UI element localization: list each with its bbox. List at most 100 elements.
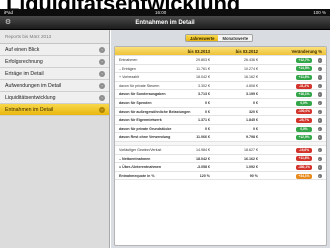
change-badge: +12,7% [296, 57, 312, 63]
row-label: = Über-/Unterentnahmen [119, 165, 162, 170]
value-current: 0 € [205, 126, 210, 131]
sidebar-item[interactable]: Liquiditätsentwicklung › [0, 92, 109, 104]
value-previous: 90 % [249, 173, 258, 178]
chevron-right-icon: › [317, 165, 322, 170]
table-row[interactable]: Entnahmequote in % 120 % 90 % +34,1% › [115, 172, 326, 181]
battery-label: 100 % [313, 10, 326, 15]
chevron-right-icon: › [317, 173, 322, 179]
sidebar-item[interactable]: Entnahmen im Detail › [0, 104, 109, 116]
sidebar-item-label: Auf einen Blick [5, 47, 40, 53]
sidebar-item-label: Liquiditätsentwicklung [5, 95, 56, 101]
sidebar-item[interactable]: Aufwendungen im Detail › [0, 80, 109, 92]
value-previous: 26.436 € [244, 58, 258, 62]
value-previous: 18.627 € [244, 147, 258, 152]
sidebar: Reports bis März 2013 Auf einen Blick › Er… [0, 30, 110, 248]
chevron-right-icon: › [317, 126, 322, 132]
chevron-right-icon: › [317, 100, 322, 106]
chevron-right-icon: › [317, 92, 322, 97]
sidebar-header: Reports bis März 2013 [0, 30, 109, 44]
change-badge: +16,1% [296, 92, 312, 98]
value-previous: 3.199 € [246, 92, 258, 97]
value-current: 14.984 € [196, 147, 210, 152]
segment-option[interactable]: Monatswerte [218, 35, 253, 41]
row-label: Vorläufiger Gewinn/Verlust [119, 147, 162, 152]
sidebar-item[interactable]: Auf einen Blick › [0, 44, 109, 56]
chevron-right-icon: › [317, 147, 322, 153]
value-current: 1.371 € [198, 118, 210, 123]
chevron-right-icon: › [317, 83, 322, 89]
table-row[interactable]: Vorläufiger Gewinn/Verlust 14.984 € 18.627… [115, 146, 326, 155]
change-badge: +12,9% [296, 135, 312, 141]
change-badge: 0,0% [296, 126, 312, 132]
change-badge: +14,5% [296, 66, 312, 72]
value-current: 3.713 € [198, 92, 210, 97]
status-bar: iPad 16:00 100 % [0, 9, 330, 16]
segment-option[interactable]: Jahreswerte [186, 35, 219, 41]
table-row[interactable]: davon für private Steuern 3.302 € 4.808 € -… [115, 82, 326, 91]
chevron-right-icon: › [99, 71, 105, 77]
row-label: davon für Eigenmietwerk [119, 118, 162, 123]
row-label: – Erträgen [119, 66, 136, 71]
period-segmented-control: Jahreswerte Monatswerte [185, 34, 254, 42]
row-label: davon für private Steuern [119, 83, 160, 88]
sidebar-item-label: Entnahmen im Detail [5, 107, 54, 113]
value-current: 29.803 € [196, 58, 210, 62]
table-row[interactable]: davon für Sonderausgaben 3.713 € 3.199 € +1… [115, 90, 326, 99]
change-badge: 0,0% [296, 100, 312, 106]
value-previous: 0 € [253, 100, 258, 105]
value-current: 0 € [205, 100, 210, 105]
sidebar-item-label: Erträge im Detail [5, 71, 44, 77]
chevron-right-icon: › [317, 135, 322, 140]
value-previous: 0 € [253, 126, 258, 131]
table-row[interactable]: davon für außergewöhnliche Belastungen 0 … [115, 108, 326, 117]
table-row[interactable]: – Erträgen 11.761 € 10.274 € +14,5% › [115, 65, 326, 74]
row-label: Entnahmequote in % [119, 173, 155, 178]
navigation-bar: ⚙ Entnahmen im Detail [0, 16, 330, 30]
value-previous: 9.798 € [246, 135, 258, 140]
table-row[interactable]: = Über-/Unterentnahmen -3.058 € 1.092 € -38… [115, 163, 326, 172]
value-current: 18.042 € [196, 75, 210, 80]
row-label: + Vorbezahlt [119, 75, 140, 80]
row-label: Entnahmen [119, 58, 138, 62]
value-previous: 10.274 € [244, 66, 258, 71]
clock-label: 16:00 [155, 10, 167, 15]
chevron-right-icon: › [317, 118, 322, 123]
value-previous: 4.808 € [246, 83, 258, 88]
chevron-right-icon: › [99, 83, 105, 89]
table-row[interactable]: – Nettoentnahmen 18.042 € 16.162 € +11,6% › [115, 155, 326, 164]
sidebar-item[interactable]: Erträge im Detail › [0, 68, 109, 80]
sidebar-item[interactable]: Erfolgsrechnung › [0, 56, 109, 68]
change-badge: -100,0% [296, 109, 312, 115]
value-current: -3.058 € [196, 165, 210, 170]
value-previous: 1.092 € [246, 165, 258, 170]
change-badge: -19,6% [296, 147, 312, 153]
table-row[interactable]: davon Rest ohne Verwendung 11.066 € 9.798 … [115, 133, 326, 142]
table-row[interactable]: + Vorbezahlt 18.042 € 16.162 € +11,6% › [115, 73, 326, 82]
change-badge: -380,1% [296, 164, 312, 170]
value-previous: 1.845 € [246, 118, 258, 123]
value-previous: 16.162 € [244, 75, 258, 80]
table-header-row: bis 03.2013 bis 03.2012 Veränderung % [115, 47, 326, 56]
chevron-right-icon: › [99, 107, 105, 113]
change-badge: +11,6% [296, 156, 312, 162]
table-row[interactable]: davon für Spenden 0 € 0 € 0,0% › [115, 99, 326, 108]
sidebar-item-label: Aufwendungen im Detail [5, 83, 62, 89]
value-current: 0 € [205, 109, 210, 114]
change-badge: +11,6% [296, 74, 312, 80]
chevron-right-icon: › [99, 59, 105, 65]
value-current: 120 % [199, 173, 210, 178]
row-label: davon für Spenden [119, 100, 152, 105]
row-label: – Nettoentnahmen [119, 156, 151, 161]
main-content: Jahreswerte Monatswerte bis 03.2013 bis 0… [111, 30, 330, 248]
table-row[interactable]: Entnahmen 29.803 € 26.436 € +12,7% › [115, 56, 326, 65]
header-col-a: bis 03.2013 [187, 49, 210, 54]
value-current: 18.042 € [196, 156, 210, 161]
table-row[interactable]: davon für private Grundstücke 0 € 0 € 0,0% › [115, 125, 326, 134]
table-row[interactable]: davon für Eigenmietwerk 1.371 € 1.845 € -25… [115, 116, 326, 125]
chevron-right-icon: › [99, 95, 105, 101]
chevron-right-icon: › [317, 75, 322, 80]
page-title: Entnahmen im Detail [135, 20, 195, 26]
value-current: 11.066 € [196, 135, 210, 140]
sidebar-item-label: Erfolgsrechnung [5, 59, 43, 65]
value-current: 3.302 € [198, 83, 210, 88]
